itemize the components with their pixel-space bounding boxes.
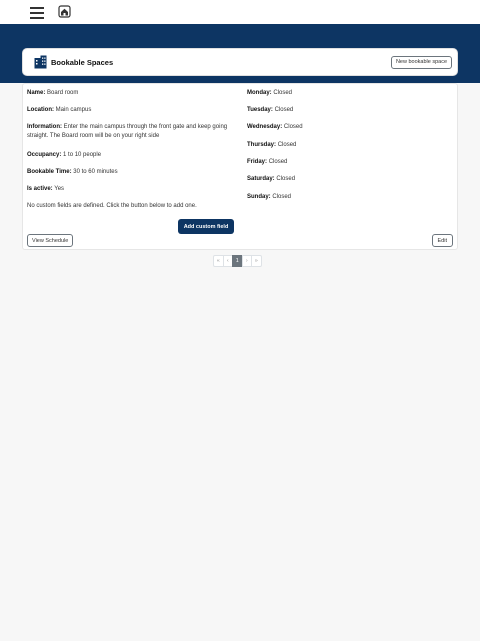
pagination-last[interactable]: »	[251, 255, 262, 267]
hours-row-wednesday: Wednesday: Closed	[247, 123, 447, 132]
space-location: Main campus	[55, 107, 92, 113]
day-label: Wednesday:	[247, 124, 283, 130]
day-status: Closed	[268, 159, 288, 165]
edit-button[interactable]: Edit	[431, 234, 453, 247]
space-active-row: Is active: Yes	[27, 185, 232, 194]
day-status: Closed	[273, 90, 293, 96]
hours-row-friday: Friday: Closed	[247, 158, 447, 167]
building-icon	[34, 55, 47, 69]
day-label: Thursday:	[247, 142, 277, 148]
bookable-time-label: Bookable Time:	[27, 169, 72, 175]
is-active-label: Is active:	[27, 186, 53, 192]
top-navbar	[0, 0, 480, 24]
hours-row-monday: Monday: Closed	[247, 89, 447, 98]
home-icon[interactable]	[58, 5, 71, 18]
hamburger-menu-icon[interactable]	[30, 7, 44, 19]
space-name-row: Name: Board room	[27, 89, 232, 98]
hours-row-saturday: Saturday: Closed	[247, 175, 447, 184]
day-status: Closed	[274, 107, 294, 113]
pagination: « ‹ 1 › »	[213, 255, 262, 267]
information-label: Information:	[27, 124, 62, 130]
day-label: Monday:	[247, 90, 272, 96]
space-information-row: Information: Enter the main campus throu…	[27, 123, 232, 140]
hours-row-tuesday: Tuesday: Closed	[247, 106, 447, 115]
name-label: Name:	[27, 90, 46, 96]
space-bookable-time: 30 to 60 minutes	[73, 169, 118, 175]
hours-row-sunday: Sunday: Closed	[247, 193, 447, 202]
space-bookable-time-row: Bookable Time: 30 to 60 minutes	[27, 168, 232, 177]
new-bookable-space-button[interactable]: New bookable space	[390, 56, 452, 69]
day-status: Closed	[272, 194, 292, 200]
hours-row-thursday: Thursday: Closed	[247, 141, 447, 150]
space-is-active: Yes	[54, 186, 65, 192]
location-label: Location:	[27, 107, 54, 113]
custom-fields-note: No custom fields are defined. Click the …	[27, 203, 197, 209]
day-label: Sunday:	[247, 194, 271, 200]
bookable-space-card: Name: Board room Location: Main campus I…	[22, 83, 458, 250]
space-name: Board room	[47, 90, 79, 96]
space-occupancy-row: Occupancy: 1 to 10 people	[27, 151, 232, 160]
space-occupancy: 1 to 10 people	[63, 152, 102, 158]
day-status: Closed	[276, 176, 296, 182]
page-title: Bookable Spaces	[51, 58, 114, 67]
day-label: Tuesday:	[247, 107, 273, 113]
add-custom-field-button[interactable]: Add custom field	[178, 219, 234, 234]
occupancy-label: Occupancy:	[27, 152, 62, 158]
view-schedule-button[interactable]: View Schedule	[27, 234, 74, 247]
day-label: Saturday:	[247, 176, 275, 182]
day-status: Closed	[277, 142, 297, 148]
day-status: Closed	[283, 124, 303, 130]
space-location-row: Location: Main campus	[27, 106, 232, 115]
day-label: Friday:	[247, 159, 268, 165]
page-header-card: Bookable Spaces New bookable space	[22, 48, 458, 76]
